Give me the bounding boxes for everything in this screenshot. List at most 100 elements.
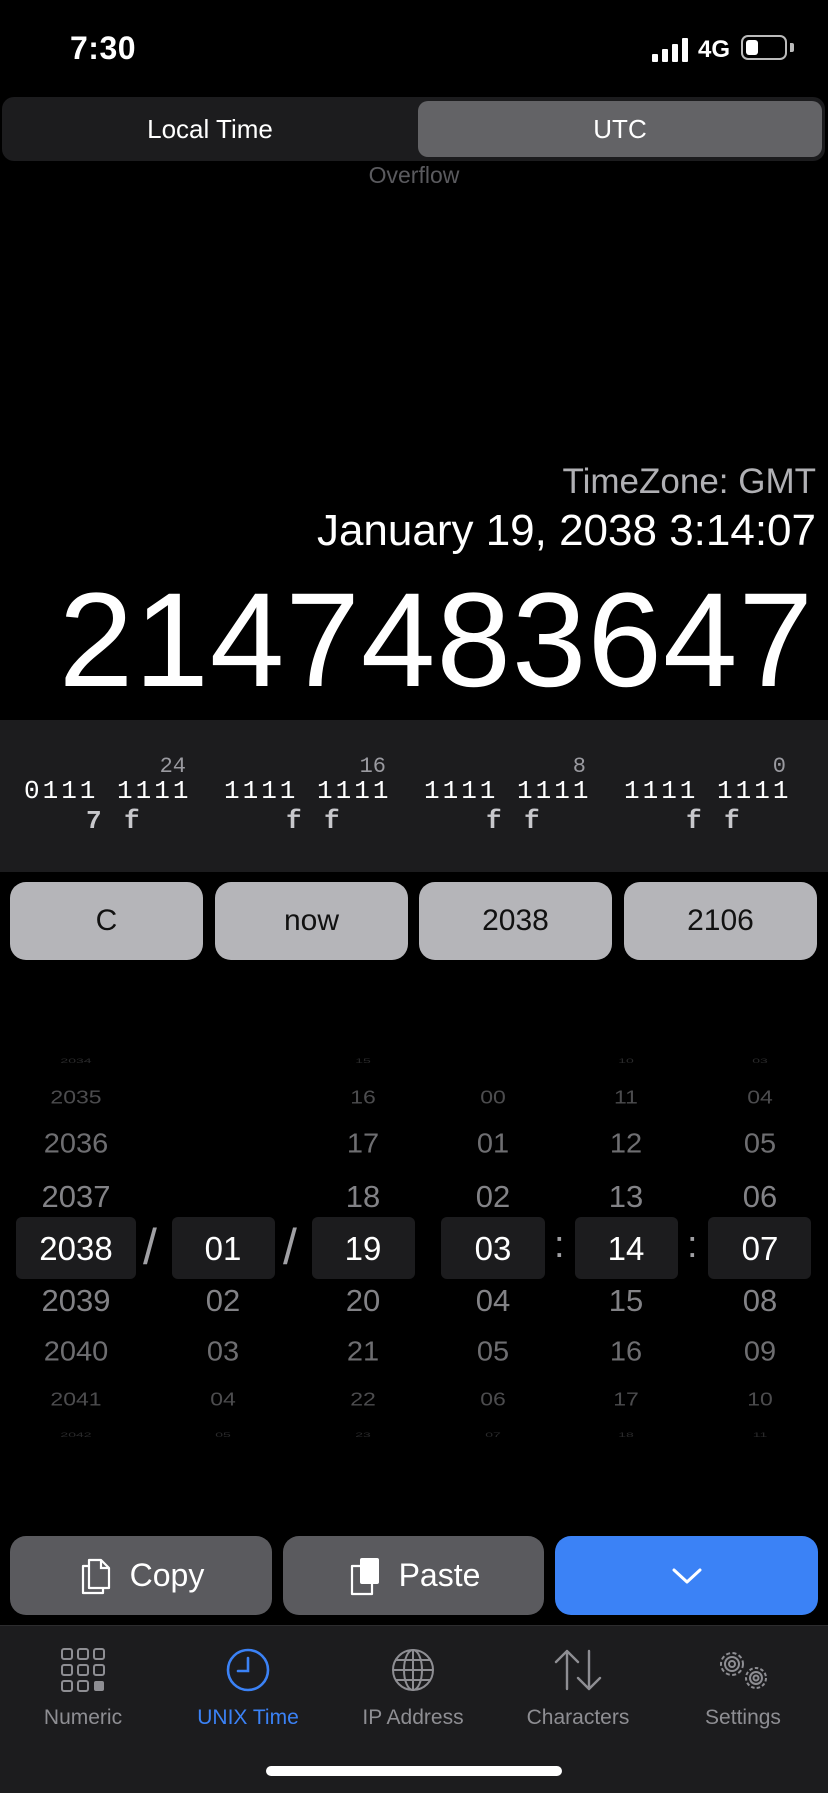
picker-day-option[interactable]: 18	[303, 1181, 423, 1212]
picker-second-option[interactable]: 10	[700, 1389, 820, 1408]
tab-label: Numeric	[43, 1706, 123, 1729]
chevron-down-icon	[672, 1568, 701, 1583]
picker-minute-option[interactable]: 11	[566, 1087, 686, 1106]
picker-second-option[interactable]: 04	[700, 1087, 820, 1106]
picker-day-option[interactable]: 15	[303, 1058, 423, 1064]
picker-hour-option[interactable]: 04	[433, 1285, 553, 1316]
picker-day-option[interactable]: 17	[303, 1129, 423, 1158]
picker-year-selected[interactable]: 2038	[16, 1232, 136, 1265]
picker-year-option[interactable]: 2039	[16, 1285, 136, 1316]
paste-button[interactable]: Paste	[283, 1536, 544, 1615]
time-separator: :	[687, 1224, 698, 1266]
picker-year-option[interactable]: 2041	[16, 1389, 136, 1408]
picker-day-selected[interactable]: 19	[303, 1232, 423, 1265]
binary-group-16[interactable]: 16 1111 1111 f f	[200, 720, 400, 872]
timezone-segmented-control: Local Time UTC	[2, 97, 825, 161]
binary-bits: 1111 1111	[424, 776, 592, 806]
picker-month-option[interactable]: 05	[163, 1432, 283, 1438]
picker-second-option[interactable]: 03	[700, 1058, 820, 1064]
picker-year-option[interactable]: 2034	[16, 1058, 136, 1064]
tab-characters[interactable]: Characters	[495, 1644, 661, 1730]
picker-month-selected[interactable]: 01	[163, 1232, 283, 1265]
picker-hour-option[interactable]: 07	[433, 1432, 553, 1438]
battery-cap	[790, 43, 794, 52]
copy-button[interactable]: Copy	[10, 1536, 272, 1615]
picker-minute-option[interactable]: 17	[566, 1389, 686, 1408]
hex-digit: f	[286, 806, 302, 836]
hex-digit: f	[686, 806, 702, 836]
hex-digit: f	[124, 806, 140, 836]
picker-year-option[interactable]: 2035	[16, 1087, 136, 1106]
unix-time-value[interactable]: 2147483647	[59, 566, 814, 716]
picker-day-option[interactable]: 16	[303, 1087, 423, 1106]
picker-minute-option[interactable]: 15	[566, 1285, 686, 1316]
year-2038-button[interactable]: 2038	[419, 882, 612, 960]
year-2106-button[interactable]: 2106	[624, 882, 817, 960]
battery-icon	[741, 35, 787, 60]
picker-minute-option[interactable]: 18	[566, 1432, 686, 1438]
picker-hour-option[interactable]: 01	[433, 1129, 553, 1158]
picker-month-option[interactable]: 03	[163, 1337, 283, 1366]
tab-settings[interactable]: Settings	[660, 1644, 826, 1730]
picker-minute-selected[interactable]: 14	[566, 1232, 686, 1265]
picker-day-option[interactable]: 23	[303, 1432, 423, 1438]
hex-digit: 7	[86, 806, 102, 836]
segment-utc[interactable]: UTC	[418, 101, 822, 157]
date-separator: /	[283, 1219, 297, 1275]
picker-second-selected[interactable]: 07	[700, 1232, 820, 1265]
picker-year-option[interactable]: 2040	[16, 1337, 136, 1366]
picker-day-option[interactable]: 20	[303, 1285, 423, 1316]
tab-numeric[interactable]: Numeric	[0, 1644, 166, 1730]
hex-digit: f	[724, 806, 740, 836]
picker-hour-option[interactable]: 02	[433, 1181, 553, 1212]
date-separator: /	[143, 1219, 157, 1275]
picker-minute-option[interactable]: 13	[566, 1181, 686, 1212]
gears-icon	[720, 1652, 767, 1689]
picker-month-option[interactable]: 04	[163, 1389, 283, 1408]
picker-year-option[interactable]: 2037	[16, 1181, 136, 1212]
tab-label: IP Address	[362, 1706, 464, 1729]
picker-minute-option[interactable]: 16	[566, 1337, 686, 1366]
overflow-label: Overflow	[368, 162, 460, 188]
picker-second-option[interactable]: 06	[700, 1181, 820, 1212]
tab-label: UNIX Time	[197, 1706, 299, 1729]
paste-label: Paste	[398, 1557, 481, 1593]
status-time: 7:30	[70, 30, 137, 66]
picker-hour-option[interactable]: 05	[433, 1337, 553, 1366]
picker-second-option[interactable]: 08	[700, 1285, 820, 1316]
picker-day-option[interactable]: 22	[303, 1389, 423, 1408]
picker-year-option[interactable]: 2036	[16, 1129, 136, 1158]
picker-minute-option[interactable]: 12	[566, 1129, 686, 1158]
paste-icon	[350, 1557, 379, 1595]
timezone-label: TimeZone: GMT	[562, 462, 816, 501]
picker-hour-option[interactable]: 00	[433, 1087, 553, 1106]
picker-month-option[interactable]: 02	[163, 1285, 283, 1316]
picker-second-option[interactable]: 05	[700, 1129, 820, 1158]
arrows-icon	[554, 1649, 602, 1691]
picker-hour-selected[interactable]: 03	[433, 1232, 553, 1265]
binary-group-0[interactable]: 0 1111 1111 f f	[600, 720, 800, 872]
network-type: 4G	[698, 36, 731, 63]
picker-year-option[interactable]: 2042	[16, 1432, 136, 1438]
picker-hour-option[interactable]: 06	[433, 1389, 553, 1408]
hex-digit: f	[524, 806, 540, 836]
home-indicator	[266, 1766, 562, 1776]
tab-label: Characters	[526, 1706, 630, 1729]
date-time-label: January 19, 2038 3:14:07	[316, 506, 816, 555]
copy-label: Copy	[129, 1557, 205, 1593]
picker-day-option[interactable]: 21	[303, 1337, 423, 1366]
binary-group-24[interactable]: 24 0111 1111 7 f	[0, 720, 200, 872]
clear-button[interactable]: C	[10, 882, 203, 960]
now-button[interactable]: now	[215, 882, 408, 960]
tab-unix-time[interactable]: UNIX Time	[165, 1644, 331, 1730]
tab-ip-address[interactable]: IP Address	[330, 1644, 496, 1730]
hex-digit: f	[486, 806, 502, 836]
segment-local-time[interactable]: Local Time	[6, 101, 414, 157]
tab-label: Settings	[705, 1706, 781, 1729]
collapse-keyboard-button[interactable]	[555, 1536, 818, 1615]
picker-minute-option[interactable]: 10	[566, 1058, 686, 1064]
hex-digit: f	[324, 806, 340, 836]
picker-second-option[interactable]: 09	[700, 1337, 820, 1366]
picker-second-option[interactable]: 11	[700, 1432, 820, 1438]
binary-group-8[interactable]: 8 1111 1111 f f	[400, 720, 600, 872]
